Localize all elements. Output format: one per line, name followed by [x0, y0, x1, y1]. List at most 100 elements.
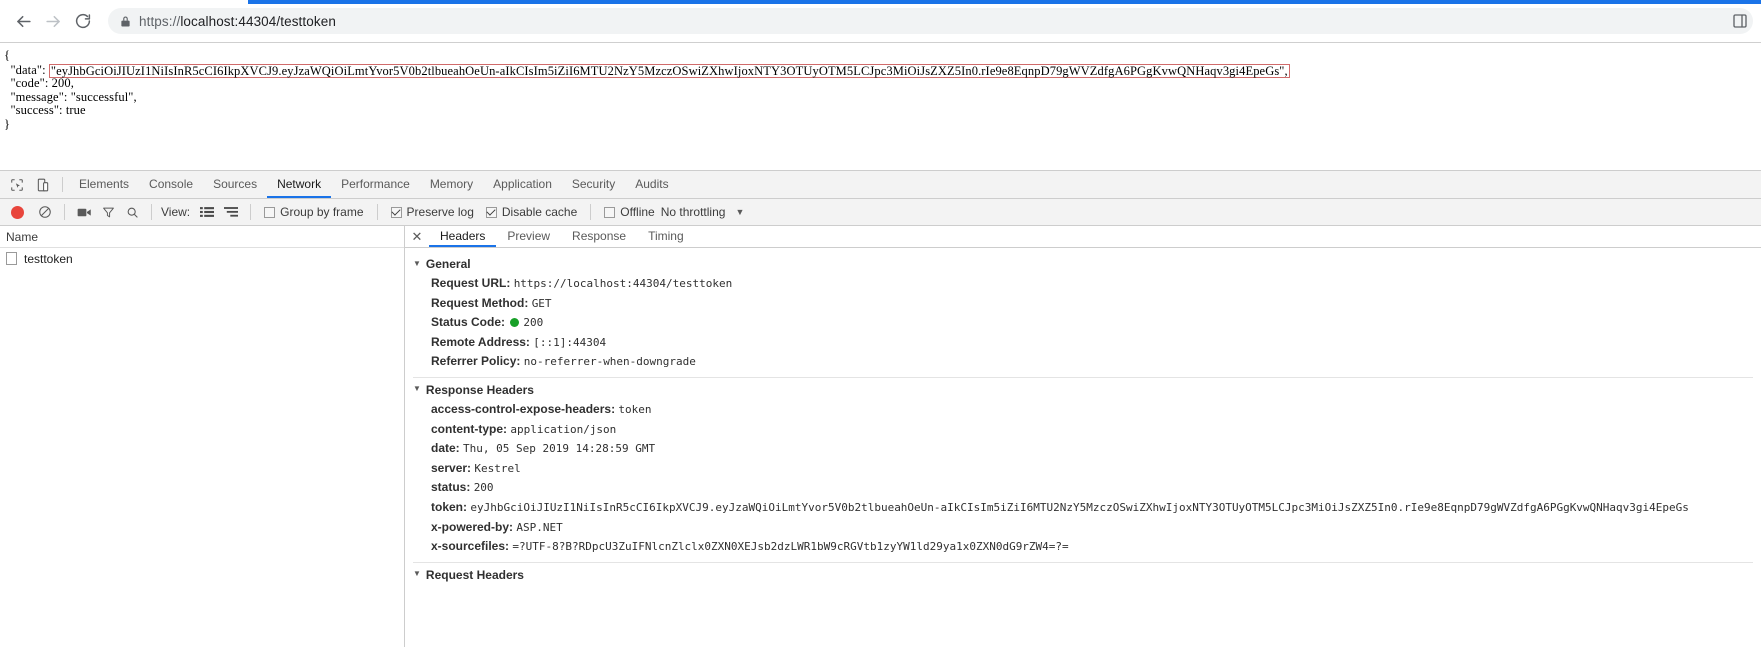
devtools-tabbar: Elements Console Sources Network Perform… — [0, 171, 1761, 199]
tab-headers[interactable]: Headers — [429, 226, 497, 247]
request-name-label: testtoken — [24, 251, 73, 266]
toggle-device-toolbar-icon[interactable] — [30, 171, 56, 198]
preserve-log-label: Preserve log — [406, 205, 474, 219]
inspect-element-icon[interactable] — [4, 171, 30, 198]
disable-cache-checkbox[interactable]: Disable cache — [485, 205, 578, 219]
section-general-header[interactable]: ▼ General — [405, 254, 1761, 274]
request-detail-panel: ✕ Headers Preview Response Timing ▼ Gene… — [405, 226, 1761, 647]
reload-button[interactable] — [68, 6, 98, 36]
network-toolbar: View: Group by frame Preserve log Disabl… — [0, 199, 1761, 226]
list-item[interactable]: testtoken — [0, 248, 404, 269]
throttling-select[interactable]: No throttling — [661, 205, 726, 219]
tab-performance[interactable]: Performance — [331, 171, 420, 198]
header-value: Thu, 05 Sep 2019 14:28:59 GMT — [463, 442, 656, 456]
browser-toolbar: https://localhost:44304/testtoken — [0, 0, 1761, 43]
header-value: [::1]:44304 — [533, 335, 607, 349]
toolbar-divider — [151, 204, 152, 220]
forward-button[interactable] — [38, 6, 68, 36]
filter-icon[interactable] — [96, 202, 120, 222]
header-row-server: server: Kestrel — [405, 459, 1761, 479]
header-name: Request URL: — [431, 276, 511, 290]
tab-console[interactable]: Console — [139, 171, 203, 198]
close-icon[interactable]: ✕ — [405, 226, 429, 247]
section-general-title: General — [425, 257, 471, 271]
tab-strip — [0, 0, 1761, 4]
tab-response[interactable]: Response — [561, 226, 637, 247]
header-row-x-sourcefiles: x-sourcefiles: =?UTF-8?B?RDpcU3ZuIFNlcnZ… — [405, 537, 1761, 557]
lock-icon — [120, 15, 131, 28]
status-ok-dot-icon — [510, 318, 520, 328]
back-button[interactable] — [8, 6, 38, 36]
tab-application[interactable]: Application — [483, 171, 562, 198]
headers-content: ▼ General Request URL: https://localhost… — [405, 248, 1761, 647]
preserve-log-checkbox[interactable]: Preserve log — [390, 205, 474, 219]
json-close-brace: } — [4, 116, 11, 131]
group-by-frame-label: Group by frame — [280, 205, 364, 219]
header-value: =?UTF-8?B?RDpcU3ZuIFNlcnZlclx0ZXN0XEJsb2… — [512, 540, 1069, 554]
toolbar-divider — [64, 204, 65, 220]
tab-memory[interactable]: Memory — [420, 171, 483, 198]
toolbar-divider — [250, 204, 252, 220]
json-success-line: "success": true — [4, 103, 86, 118]
section-request-headers-title: Request Headers — [425, 567, 524, 582]
header-name: content-type: — [431, 421, 507, 436]
network-body: Name testtoken ✕ Headers Preview Respons… — [0, 226, 1761, 647]
header-name: Referrer Policy: — [431, 354, 521, 369]
overview-icon[interactable] — [219, 202, 243, 222]
header-value: eyJhbGciOiJIUzI1NiIsInR5cCI6IkpXVCJ9.eyJ… — [470, 500, 1689, 514]
tab-security[interactable]: Security — [562, 171, 625, 198]
clear-icon[interactable] — [33, 202, 57, 222]
header-name: x-sourcefiles: — [431, 539, 510, 554]
checkbox-box — [390, 206, 402, 218]
toolbar-divider — [590, 204, 592, 220]
group-by-frame-checkbox[interactable]: Group by frame — [264, 205, 364, 219]
menu-icon — [1732, 13, 1748, 29]
header-row-access-control-expose-headers: access-control-expose-headers: token — [405, 400, 1761, 420]
view-label: View: — [161, 205, 191, 219]
header-name: x-powered-by: — [431, 519, 514, 534]
tab-network[interactable]: Network — [267, 171, 332, 198]
tab-preview[interactable]: Preview — [496, 226, 561, 247]
tab-timing[interactable]: Timing — [637, 226, 695, 247]
section-request-headers-header[interactable]: ▼ Request Headers — [405, 565, 1761, 585]
section-response-headers-header[interactable]: ▼ Response Headers — [405, 380, 1761, 400]
triangle-down-icon: ▼ — [413, 258, 421, 268]
large-rows-icon[interactable] — [195, 202, 219, 222]
header-value: token — [618, 402, 652, 416]
header-value: no-referrer-when-downgrade — [523, 355, 696, 369]
toolbar-divider — [62, 177, 63, 192]
section-divider — [413, 376, 1753, 378]
header-row-status-code: Status Code: 200 — [405, 313, 1761, 333]
reload-icon — [74, 12, 92, 30]
request-detail-tabbar: ✕ Headers Preview Response Timing — [405, 226, 1761, 248]
record-button-icon[interactable] — [11, 205, 24, 219]
header-row-token: token: eyJhbGciOiJIUzI1NiIsInR5cCI6IkpXV… — [405, 498, 1761, 518]
json-code-line: "code": 200, — [4, 76, 74, 91]
address-bar[interactable]: https://localhost:44304/testtoken — [108, 8, 1753, 34]
disable-cache-label: Disable cache — [501, 205, 578, 219]
header-row-request-url: Request URL: https://localhost:44304/tes… — [405, 274, 1761, 294]
camera-icon[interactable] — [72, 202, 96, 222]
json-data-key: "data": — [10, 62, 46, 77]
checkbox-box — [485, 206, 497, 218]
requests-list-panel: Name testtoken — [0, 226, 405, 647]
offline-checkbox[interactable]: Offline — [604, 205, 655, 219]
json-response-body: { "data": "eyJhbGciOiJIUzI1NiIsInR5cCI6I… — [4, 48, 1761, 132]
url-scheme: https:// — [139, 13, 181, 29]
header-value: 200 — [523, 316, 544, 330]
header-name: Status Code: — [431, 315, 506, 330]
active-tab-indicator — [248, 0, 1761, 4]
search-icon[interactable] — [120, 202, 144, 222]
tab-audits[interactable]: Audits — [625, 171, 678, 198]
header-row-content-type: content-type: application/json — [405, 420, 1761, 440]
tab-elements[interactable]: Elements — [69, 171, 139, 198]
browser-menu-button[interactable] — [1725, 6, 1755, 36]
page-content-json-viewer: { "data": "eyJhbGciOiJIUzI1NiIsInR5cCI6I… — [0, 43, 1761, 170]
requests-list-header: Name — [0, 226, 404, 248]
forward-arrow-icon — [44, 12, 63, 31]
address-bar-url: https://localhost:44304/testtoken — [139, 14, 336, 29]
chevron-down-icon[interactable]: ▼ — [735, 207, 744, 217]
tab-sources[interactable]: Sources — [203, 171, 267, 198]
browser-menu-area — [1725, 6, 1755, 36]
header-row-request-method: Request Method: GET — [405, 294, 1761, 314]
